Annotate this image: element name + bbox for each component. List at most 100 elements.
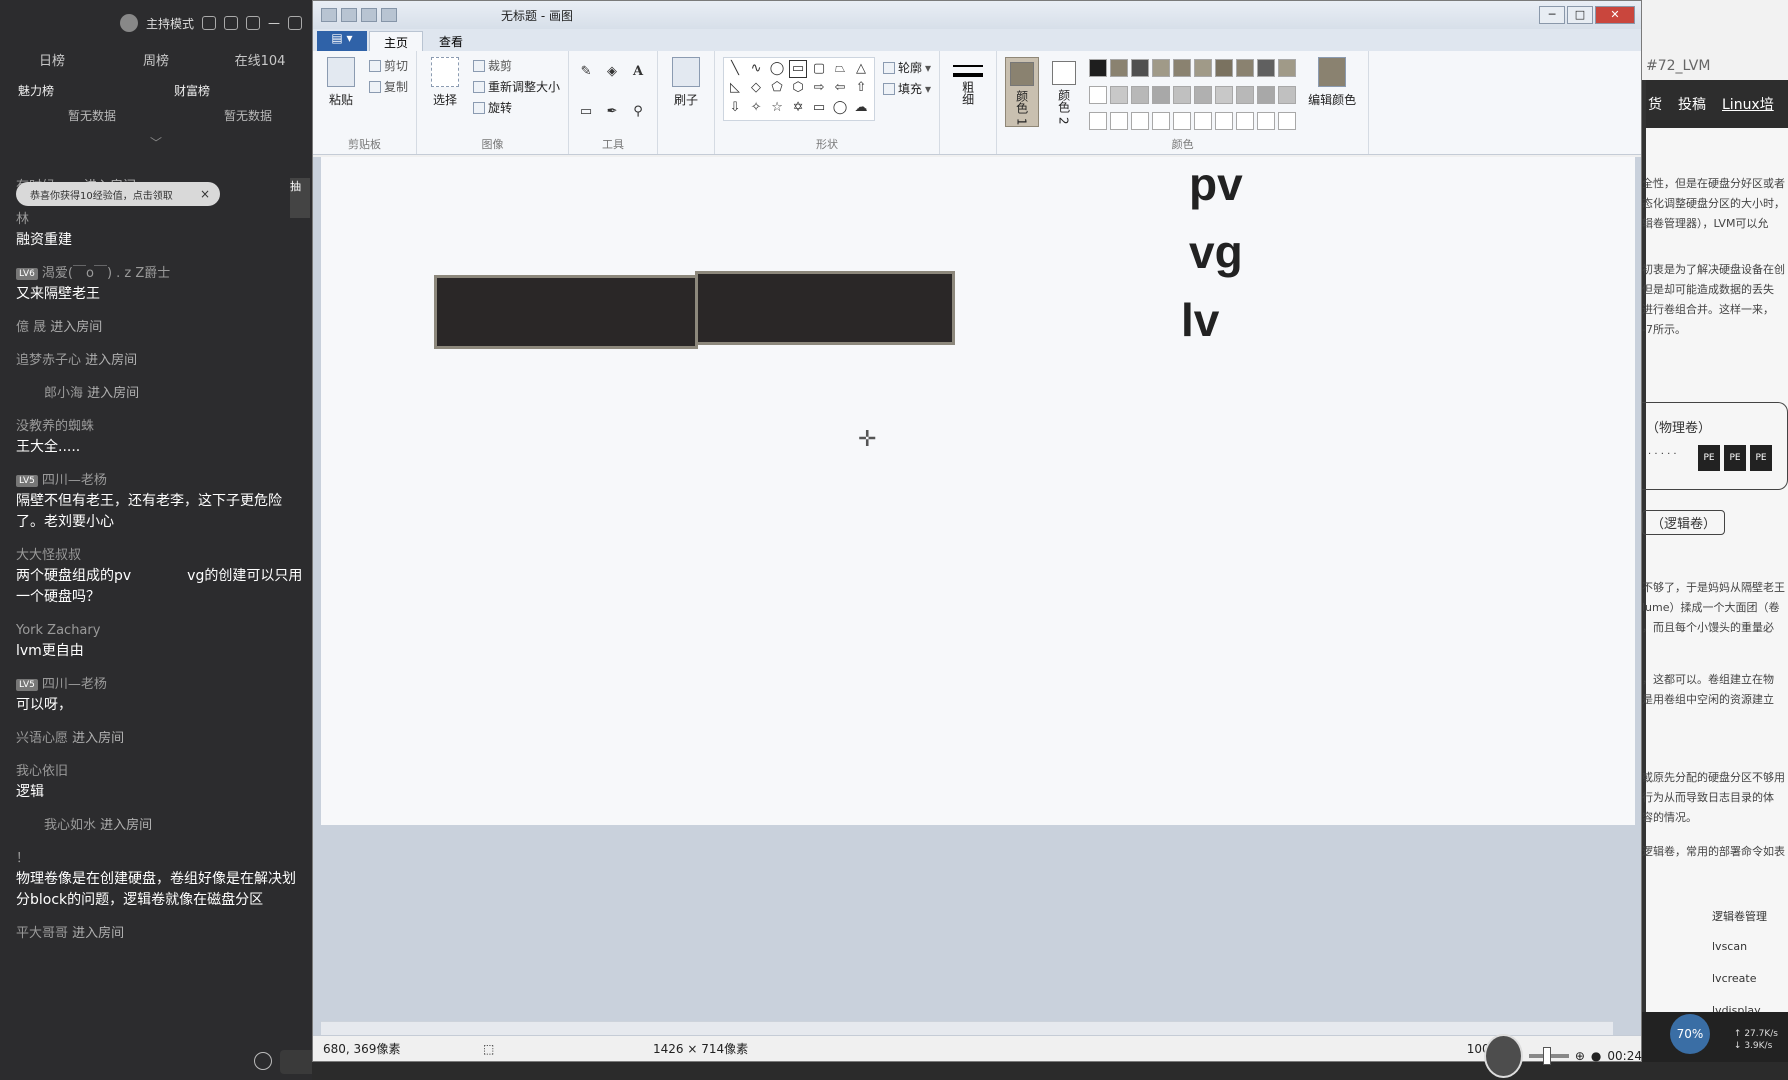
rectangle-shape-icon[interactable]: ▭ (789, 60, 808, 78)
callout-cloud-shape-icon[interactable]: ☁ (853, 100, 869, 116)
magnifier-icon[interactable]: ⚲ (629, 103, 647, 121)
pencil-icon[interactable]: ✎ (577, 63, 595, 81)
shape-gallery[interactable]: ╲ ∿ ◯ ▭ ▢ ⏢ △ ◺ ◇ ⬠ ⬡ ⇨ ⇦ ⇧ ⇩ ✧ ☆ ✡ ▭ ◯ (723, 57, 876, 121)
callout-rect-shape-icon[interactable]: ▭ (811, 100, 827, 116)
palette-swatch[interactable] (1131, 112, 1150, 131)
palette-swatch[interactable] (1152, 59, 1171, 77)
chevron-down-icon[interactable]: ﹀ (0, 134, 312, 151)
right-arrow-shape-icon[interactable]: ⇨ (811, 80, 827, 96)
fill-bucket-icon[interactable]: ◈ (603, 63, 621, 81)
zoom-in-icon[interactable]: ⊕ (1575, 1049, 1585, 1063)
chat-username[interactable]: 没教养的蜘蛛 (16, 419, 94, 434)
palette-swatch[interactable] (1173, 112, 1192, 131)
color-picker-icon[interactable]: ✒ (603, 103, 621, 121)
maximize-button[interactable]: □ (1567, 6, 1593, 24)
color1-button[interactable]: 颜色 1 (1005, 57, 1040, 127)
tab-online[interactable]: 在线104 (208, 50, 312, 69)
palette-swatch[interactable] (1236, 112, 1255, 131)
rotate-button[interactable]: 旋转 (473, 99, 560, 116)
save-icon[interactable] (341, 8, 357, 22)
maximize-icon[interactable] (288, 16, 302, 30)
resize-button[interactable]: 重新调整大小 (473, 78, 560, 95)
tab-daily[interactable]: 日榜 (0, 50, 104, 69)
palette-swatch[interactable] (1215, 112, 1234, 131)
horizontal-scrollbar[interactable] (321, 1021, 1613, 1035)
crop-button[interactable]: 裁剪 (473, 57, 560, 74)
minimize-button[interactable]: ─ (1539, 6, 1565, 24)
outline-dropdown[interactable]: 轮廓 ▾ (883, 59, 931, 76)
color2-button[interactable]: 颜色 2 (1047, 57, 1081, 127)
down-arrow-shape-icon[interactable]: ⇩ (727, 100, 743, 116)
chat-username[interactable]: 我心如水 (44, 818, 96, 833)
left-arrow-shape-icon[interactable]: ⇦ (832, 80, 848, 96)
palette-swatch[interactable] (1152, 85, 1171, 104)
four-point-star-shape-icon[interactable]: ✧ (748, 100, 764, 116)
callout-oval-shape-icon[interactable]: ◯ (832, 100, 848, 116)
palette-swatch[interactable] (1194, 85, 1213, 104)
nav-item[interactable]: 投稿 (1678, 94, 1706, 114)
palette-swatch[interactable] (1089, 85, 1108, 104)
redo-icon[interactable] (381, 8, 397, 22)
close-button[interactable]: ✕ (1595, 6, 1635, 24)
file-menu-button[interactable]: ▤ ▾ (317, 31, 367, 51)
polygon-shape-icon[interactable]: ⏢ (832, 61, 848, 77)
palette-swatch[interactable] (1089, 59, 1108, 77)
brush-button[interactable]: 刷子 (666, 57, 706, 136)
palette-swatch[interactable] (1152, 112, 1171, 131)
palette-swatch[interactable] (1236, 85, 1255, 104)
chat-username[interactable]: 四川—老杨 (42, 677, 107, 692)
text-icon[interactable]: A (629, 63, 647, 81)
diamond-shape-icon[interactable]: ◇ (748, 80, 764, 96)
chat-username[interactable]: 追梦赤子心 (16, 353, 81, 368)
tab-weekly[interactable]: 周榜 (104, 50, 208, 69)
palette-swatch[interactable] (1194, 112, 1213, 131)
fill-dropdown[interactable]: 填充 ▾ (883, 80, 931, 97)
palette-swatch[interactable] (1110, 59, 1129, 77)
palette-swatch[interactable] (1110, 112, 1129, 131)
right-triangle-shape-icon[interactable]: ◺ (727, 80, 743, 96)
palette-swatch[interactable] (1173, 59, 1192, 77)
chat-username[interactable]: York Zachary (16, 623, 100, 638)
palette-swatch[interactable] (1194, 59, 1213, 77)
settings-icon[interactable] (202, 16, 216, 30)
app-icon[interactable] (321, 8, 337, 22)
rounded-rect-shape-icon[interactable]: ▢ (811, 61, 827, 77)
up-arrow-shape-icon[interactable]: ⇧ (853, 80, 869, 96)
eraser-icon[interactable]: ▭ (577, 103, 595, 121)
palette-swatch[interactable] (1257, 85, 1276, 104)
chat-username[interactable]: 兴语心愿 (16, 731, 68, 746)
chat-username[interactable]: 郎小海 (44, 386, 83, 401)
slider-knob[interactable] (1542, 1047, 1551, 1065)
nav-item[interactable]: Linux培 (1722, 94, 1774, 114)
line-shape-icon[interactable]: ╲ (727, 61, 743, 77)
popout-icon[interactable] (224, 16, 238, 30)
tab-home[interactable]: 主页 (369, 31, 424, 51)
palette-swatch[interactable] (1131, 59, 1150, 77)
palette-swatch[interactable] (1131, 85, 1150, 104)
minimize-icon[interactable]: — (268, 16, 280, 30)
drawing-canvas[interactable]: pv vg lv ✛ (321, 157, 1635, 825)
chat-username[interactable]: 林 (16, 212, 29, 227)
pentagon-shape-icon[interactable]: ⬠ (769, 80, 785, 96)
palette-swatch[interactable] (1215, 59, 1234, 77)
six-point-star-shape-icon[interactable]: ✡ (790, 100, 806, 116)
curve-shape-icon[interactable]: ∿ (748, 61, 764, 77)
palette-swatch[interactable] (1278, 85, 1297, 104)
chat-username[interactable]: ！ (16, 851, 29, 866)
host-mode-label[interactable]: 主持模式 (146, 15, 194, 32)
emoji-icon[interactable] (254, 1052, 272, 1070)
size-button[interactable]: 粗细 (948, 57, 988, 136)
palette-swatch[interactable] (1110, 85, 1129, 104)
color-palette[interactable] (1089, 57, 1297, 136)
undo-icon[interactable] (361, 8, 377, 22)
palette-swatch[interactable] (1278, 112, 1297, 131)
side-badge[interactable]: 抽 (290, 178, 310, 218)
chat-username[interactable]: 我心依旧 (16, 764, 68, 779)
tab-view[interactable]: 查看 (425, 31, 477, 51)
cut-button[interactable]: 剪切 (369, 57, 408, 74)
select-button[interactable]: 选择 (425, 57, 465, 136)
chat-username[interactable]: 億 晟 (16, 320, 46, 335)
wealth-rank-title[interactable]: 财富榜 (174, 82, 312, 99)
palette-swatch[interactable] (1215, 85, 1234, 104)
chat-username[interactable]: 渴爱(￣o￣) . z Z爵士 (42, 266, 170, 281)
